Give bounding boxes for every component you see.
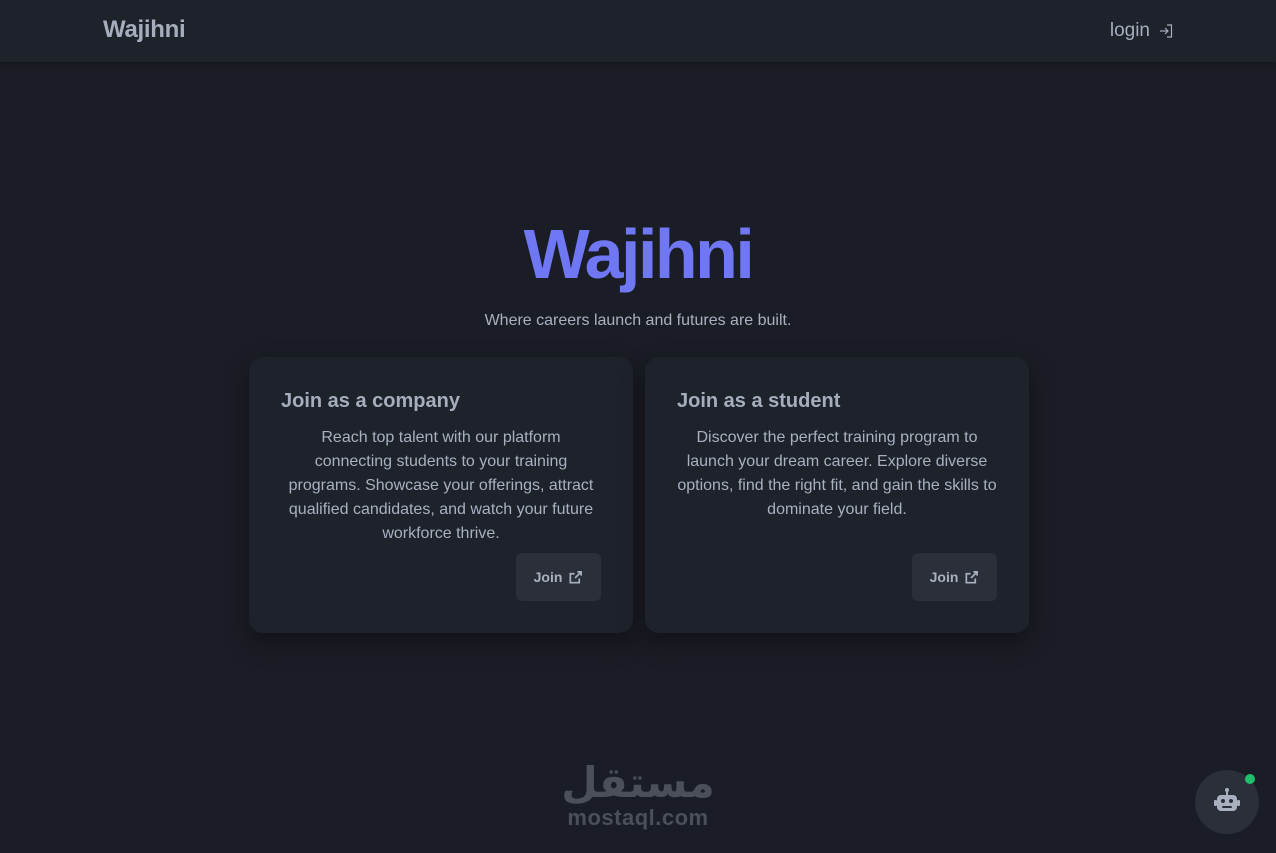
join-student-button[interactable]: Join bbox=[912, 553, 997, 601]
student-card-description: Discover the perfect training program to… bbox=[677, 429, 997, 518]
top-navbar: Wajihni login bbox=[0, 0, 1276, 62]
login-label: login bbox=[1109, 20, 1150, 41]
online-status-dot bbox=[1245, 774, 1255, 784]
external-link-icon bbox=[569, 570, 583, 583]
watermark-latin-text: mostaql.com bbox=[567, 805, 709, 830]
join-student-label: Join bbox=[929, 569, 959, 585]
join-company-button[interactable]: Join bbox=[516, 553, 601, 601]
hero-title: Wajihni bbox=[523, 215, 755, 293]
join-company-label: Join bbox=[533, 569, 563, 585]
student-card: Join as a student Discover the perfect t… bbox=[645, 357, 1029, 633]
hero-subtitle: Where careers launch and futures are bui… bbox=[484, 312, 792, 329]
watermark-arabic-text: مستقل bbox=[561, 758, 715, 807]
company-card-description: Reach top talent with our platform conne… bbox=[288, 429, 594, 542]
brand-logo[interactable]: Wajihni bbox=[103, 16, 186, 44]
sign-in-icon bbox=[1160, 24, 1173, 38]
login-link[interactable]: login bbox=[1110, 20, 1174, 42]
student-card-title: Join as a student bbox=[677, 390, 841, 412]
company-card: Join as a company Reach top talent with … bbox=[249, 357, 633, 633]
mostaql-watermark: مستقل mostaql.com bbox=[560, 760, 716, 838]
external-link-icon bbox=[965, 570, 979, 583]
company-card-title: Join as a company bbox=[281, 390, 460, 412]
robot-icon bbox=[1214, 788, 1240, 811]
